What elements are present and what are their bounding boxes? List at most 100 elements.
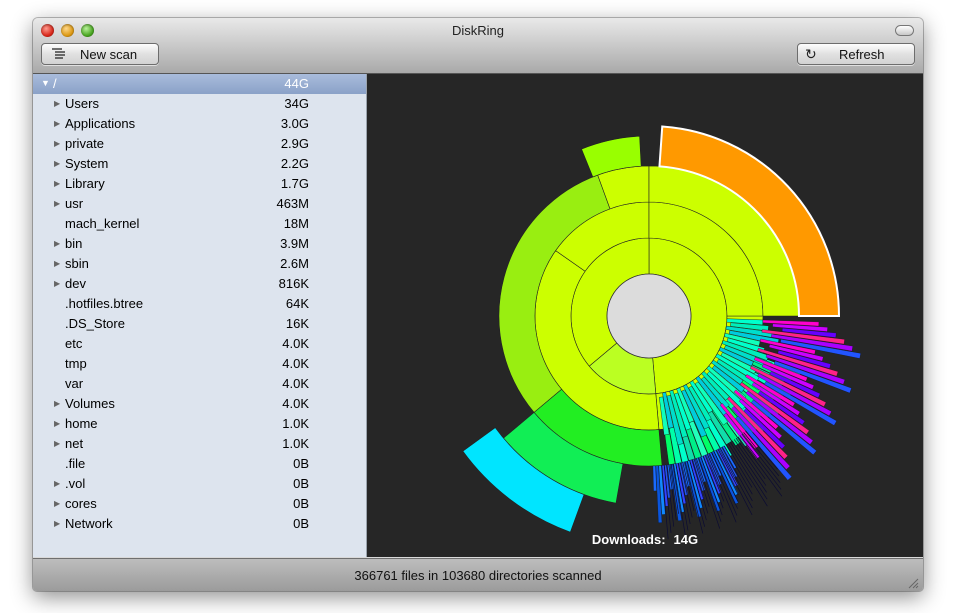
disclosure-triangle-icon[interactable]: ▶ — [54, 119, 60, 128]
tree-row[interactable]: ▶ net 1.0K — [33, 434, 366, 454]
tree-row-size: 34G — [284, 96, 309, 111]
tree-row-size: 64K — [285, 296, 309, 311]
tree-row[interactable]: .DS_Store 16K — [33, 314, 366, 334]
status-bar: 366761 files in 103680 directories scann… — [33, 558, 923, 591]
tree-row-name: Users — [65, 96, 99, 111]
tree-row[interactable]: ▶ cores 0B — [33, 494, 366, 514]
disclosure-triangle-icon[interactable]: ▼ — [41, 78, 50, 88]
tree-row-name: System — [65, 156, 109, 171]
tree-row-name: cores — [65, 496, 97, 511]
tree-row-size: 18M — [283, 216, 309, 231]
tree-row[interactable]: ▶ Network 0B — [33, 514, 366, 534]
tree-row[interactable]: mach_kernel 18M — [33, 214, 366, 234]
tree-row[interactable]: ▶ private 2.9G — [33, 134, 366, 154]
tree-row-name: bin — [65, 236, 83, 251]
disclosure-triangle-icon[interactable]: ▶ — [54, 399, 60, 408]
disclosure-triangle-icon[interactable]: ▶ — [54, 279, 60, 288]
titlebar: DiskRing New scan ↻ Refresh — [33, 18, 923, 74]
tree-row-size: 4.0K — [282, 356, 309, 371]
tree-row-size: 0B — [293, 456, 309, 471]
new-scan-label: New scan — [80, 47, 138, 62]
app-window: DiskRing New scan ↻ Refresh ▼ / 44G ▶ Use — [33, 18, 923, 591]
scan-status: 366761 files in 103680 directories scann… — [354, 568, 602, 583]
tree-row-name: Volumes — [65, 396, 115, 411]
tree-row[interactable]: etc 4.0K — [33, 334, 366, 354]
disclosure-triangle-icon[interactable]: ▶ — [54, 239, 60, 248]
tree-row[interactable]: ▶ Users 34G — [33, 94, 366, 114]
tree-row-name: net — [65, 436, 84, 451]
tree-row[interactable]: ▶ System 2.2G — [33, 154, 366, 174]
tree-row-name: sbin — [65, 256, 89, 271]
hover-folder-size: 14G — [673, 532, 699, 547]
tree-row[interactable]: ▶ usr 463M — [33, 194, 366, 214]
tree-row-root[interactable]: ▼ / 44G — [33, 74, 366, 94]
tree-row-size: 2.6M — [280, 256, 309, 271]
disclosure-triangle-icon[interactable]: ▶ — [54, 139, 60, 148]
tree-row-size: 2.9G — [280, 136, 309, 151]
tree-row-name: dev — [65, 276, 86, 291]
disclosure-triangle-icon[interactable]: ▶ — [54, 419, 60, 428]
tree-row-name: .vol — [65, 476, 86, 491]
tree-row-name: etc — [65, 336, 83, 351]
tree-row[interactable]: ▶ bin 3.9M — [33, 234, 366, 254]
tree-row-size: 4.0K — [282, 376, 309, 391]
tree-row-size: 1.7G — [280, 176, 309, 191]
tree-row[interactable]: .file 0B — [33, 454, 366, 474]
hover-label: Downloads: 14G — [367, 532, 923, 547]
tree-row[interactable]: ▶ .vol 0B — [33, 474, 366, 494]
tree-row-size: 3.0G — [280, 116, 309, 131]
tree-row-size: 1.0K — [282, 436, 309, 451]
tree-row-name: .hotfiles.btree — [65, 296, 144, 311]
tree-row-size: 44G — [284, 76, 309, 91]
tree-row-size: 463M — [276, 196, 309, 211]
tree-row-name: / — [53, 76, 57, 91]
ring-center[interactable] — [606, 273, 692, 359]
toolbar-toggle-button[interactable] — [895, 25, 914, 36]
tree-row-name: home — [65, 416, 98, 431]
disclosure-triangle-icon[interactable]: ▶ — [54, 439, 60, 448]
tree-row-size: 4.0K — [282, 396, 309, 411]
tree-row-size: 0B — [293, 496, 309, 511]
disclosure-triangle-icon[interactable]: ▶ — [54, 519, 60, 528]
tree-row[interactable]: ▶ home 1.0K — [33, 414, 366, 434]
tree-row-name: tmp — [65, 356, 87, 371]
new-scan-button[interactable]: New scan — [41, 43, 159, 65]
tree-row[interactable]: ▶ Applications 3.0G — [33, 114, 366, 134]
disclosure-triangle-icon[interactable]: ▶ — [54, 159, 60, 168]
sunburst-chart[interactable] — [367, 74, 923, 557]
tree-row-size: 2.2G — [280, 156, 309, 171]
disk-ring-chart[interactable]: Downloads: 14G — [367, 74, 923, 557]
tree-row-size: 4.0K — [282, 336, 309, 351]
folder-tree[interactable]: ▼ / 44G ▶ Users 34G ▶ Applications 3.0G ▶ priva… — [33, 74, 367, 557]
tree-row-size: 16K — [285, 316, 309, 331]
tree-row-size: 0B — [293, 476, 309, 491]
hover-folder-name: Downloads: — [591, 532, 666, 547]
disclosure-triangle-icon[interactable]: ▶ — [54, 479, 60, 488]
tree-row[interactable]: ▶ sbin 2.6M — [33, 254, 366, 274]
refresh-icon: ↻ — [805, 46, 817, 62]
tree-row[interactable]: ▶ Library 1.7G — [33, 174, 366, 194]
tree-row-size: 1.0K — [282, 416, 309, 431]
tree-row-name: .DS_Store — [65, 316, 125, 331]
tree-row-size: 3.9M — [280, 236, 309, 251]
tree-row[interactable]: .hotfiles.btree 64K — [33, 294, 366, 314]
tree-row[interactable]: ▶ dev 816K — [33, 274, 366, 294]
disclosure-triangle-icon[interactable]: ▶ — [54, 99, 60, 108]
resize-grip-icon[interactable] — [907, 577, 919, 589]
tree-row-size: 0B — [293, 516, 309, 531]
disclosure-triangle-icon[interactable]: ▶ — [54, 179, 60, 188]
tree-row[interactable]: var 4.0K — [33, 374, 366, 394]
tree-row[interactable]: tmp 4.0K — [33, 354, 366, 374]
disclosure-triangle-icon[interactable]: ▶ — [54, 499, 60, 508]
window-title: DiskRing — [451, 23, 504, 38]
disclosure-triangle-icon[interactable]: ▶ — [54, 259, 60, 268]
tree-row-name: private — [65, 136, 105, 151]
tree-row-name: mach_kernel — [65, 216, 140, 231]
tree-row-name: var — [65, 376, 84, 391]
disclosure-triangle-icon[interactable]: ▶ — [54, 199, 60, 208]
refresh-label: Refresh — [839, 47, 885, 62]
tree-row-name: usr — [65, 196, 84, 211]
refresh-button[interactable]: ↻ Refresh — [797, 43, 915, 65]
tree-row[interactable]: ▶ Volumes 4.0K — [33, 394, 366, 414]
tree-row-name: .file — [65, 456, 86, 471]
